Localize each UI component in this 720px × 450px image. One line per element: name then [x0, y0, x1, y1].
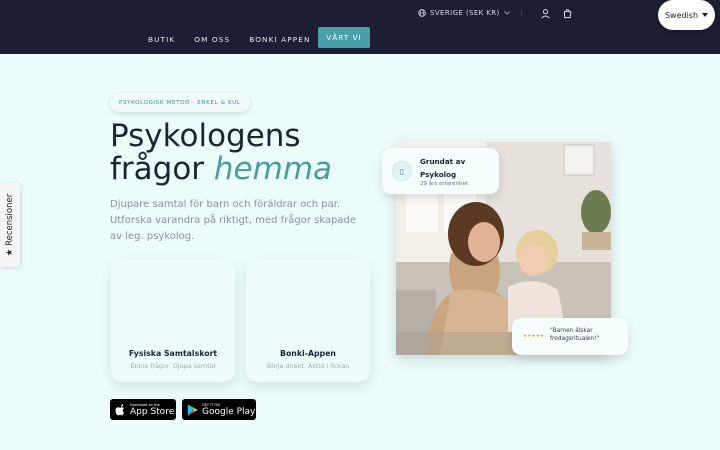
- product-card-subtitle: Börja direkt. Alltid i fickan: [266, 362, 350, 370]
- product-card-title: Bonki-Appen: [280, 349, 336, 358]
- google-play-button[interactable]: GET IT ON Google Play: [182, 399, 256, 420]
- nav-item-om-oss[interactable]: OM OSS: [194, 35, 230, 44]
- product-card-bonki-app[interactable]: Bonki-Appen Börja direkt. Alltid i ficka…: [246, 260, 370, 382]
- apple-icon: [115, 403, 125, 415]
- reviews-side-tab[interactable]: ★ Recensioner: [0, 183, 20, 267]
- star-rating-icon: ★★★★★: [523, 334, 545, 339]
- review-quote: "Barnen älskar fredagsritualen!": [550, 328, 600, 342]
- google-play-label: Google Play: [202, 406, 256, 417]
- language-label: Swedish: [664, 10, 699, 20]
- hero-title-accent: hemma: [213, 151, 333, 187]
- app-store-button[interactable]: Download on the App Store: [110, 399, 176, 420]
- locale-selector[interactable]: SVERIGE (SEK KR): [418, 8, 510, 18]
- globe-icon: [418, 9, 426, 17]
- review-card: ★★★★★ "Barnen älskar fredagsritualen!": [512, 318, 628, 355]
- hero-title: Psykologens frågor hemma: [110, 120, 410, 186]
- caret-down-icon: [702, 13, 709, 17]
- app-store-label: App Store: [130, 406, 175, 417]
- product-card-samtalskort[interactable]: Fysiska Samtalskort Enkla frågor. Djupa …: [111, 260, 235, 382]
- door-icon: ▯: [392, 161, 412, 181]
- google-play-icon: [187, 404, 198, 415]
- header-divider: [521, 10, 522, 17]
- locale-label: SVERIGE (SEK KR): [430, 9, 500, 17]
- founded-line2: Psykolog: [420, 170, 457, 179]
- nav-item-butik[interactable]: BUTIK: [148, 35, 175, 44]
- main-nav: BUTIK OM OSS BONKI APPEN: [148, 35, 330, 44]
- founded-by-card: ▯ Grundat av Psykolog 29 års erfarenhet: [382, 148, 499, 194]
- language-selector[interactable]: Swedish: [658, 0, 715, 30]
- product-card-subtitle: Enkla frågor. Djupa samtal: [130, 362, 216, 370]
- product-card-title: Fysiska Samtalskort: [128, 349, 218, 358]
- founded-line1: Grundat av: [420, 157, 466, 166]
- founded-experience: 29 års erfarenhet: [420, 181, 468, 187]
- top-header: SVERIGE (SEK KR) BUTIK OM OSS BONKI APPE…: [0, 0, 720, 54]
- hero-title-line1: Psykologens: [110, 118, 301, 154]
- account-icon[interactable]: [540, 8, 551, 19]
- nav-cta-button[interactable]: VÅRT VI: [318, 27, 370, 48]
- cart-icon[interactable]: [562, 8, 573, 19]
- reviews-side-tab-label: ★ Recensioner: [5, 193, 15, 257]
- hero-title-line2: frågor: [110, 151, 214, 187]
- nav-item-bonki-appen[interactable]: BONKI APPEN: [249, 35, 310, 44]
- hero-description: Djupare samtal för barn och föräldrar oc…: [110, 199, 357, 242]
- chevron-down-icon: [503, 11, 510, 15]
- method-badge: PSYKOLOGISK METOD · ENKEL & KUL: [110, 93, 250, 112]
